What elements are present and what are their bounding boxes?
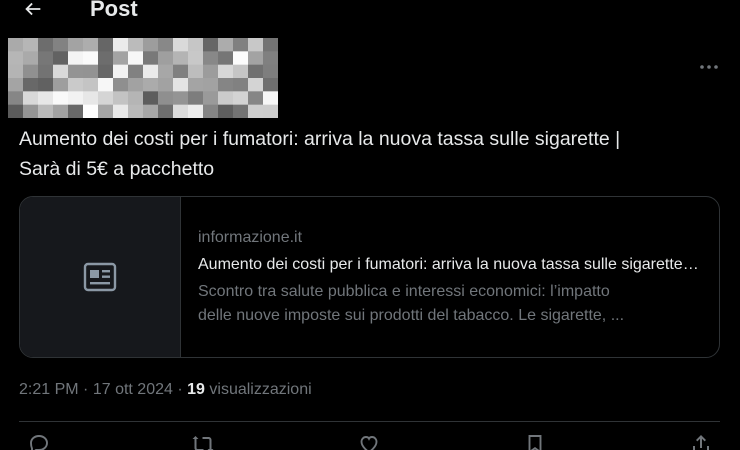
repost-button[interactable] [186,432,220,450]
arrow-left-icon [25,2,41,16]
reply-icon [30,435,48,450]
meta-separator: · [83,381,89,398]
more-horizontal-icon [700,65,718,69]
repost-icon [192,436,214,450]
link-card-description-line: Scontro tra salute pubblica e interessi … [198,283,610,300]
link-card-thumbnail [20,197,181,357]
action-bar [0,432,740,450]
post-header: Post [0,0,740,22]
post-text-line: Aumento dei costi per i fumatori: arriva… [19,128,621,150]
link-card-description: Scontro tra salute pubblica e interessi … [198,280,708,328]
like-icon [360,436,378,450]
divider [19,421,720,422]
link-card-domain: informazione.it [198,229,303,246]
share-icon [693,435,709,450]
reply-button[interactable] [22,432,56,450]
share-button[interactable] [684,432,718,450]
post-date[interactable]: 17 ott 2024 [93,381,173,398]
views-count: 19 [187,381,205,398]
link-preview-card[interactable]: informazione.it Aumento dei costi per i … [19,196,720,358]
post-meta: 2:21 PM · 17 ott 2024 · 19 visualizzazio… [19,378,312,402]
views-label: visualizzazioni [209,381,312,398]
more-options-button[interactable] [692,56,726,78]
bookmark-button[interactable] [518,432,552,450]
link-card-body: informazione.it Aumento dei costi per i … [198,227,708,328]
post-text-line: Sarà di 5€ a pacchetto [19,158,215,180]
author-info-pixelated[interactable] [8,38,278,118]
article-icon [83,262,117,292]
post-time[interactable]: 2:21 PM [19,381,79,398]
like-button[interactable] [352,432,386,450]
post-text: Aumento dei costi per i fumatori: arriva… [19,124,719,184]
page-title: Post [90,0,138,21]
link-card-title: Aumento dei costi per i fumatori: arriva… [198,256,703,273]
back-button[interactable] [16,0,50,24]
pixelated-author-image [8,38,278,118]
meta-separator: · [177,381,183,398]
bookmark-icon [528,435,542,450]
link-card-description-line: delle nuove imposte sui prodotti del tab… [198,307,625,324]
